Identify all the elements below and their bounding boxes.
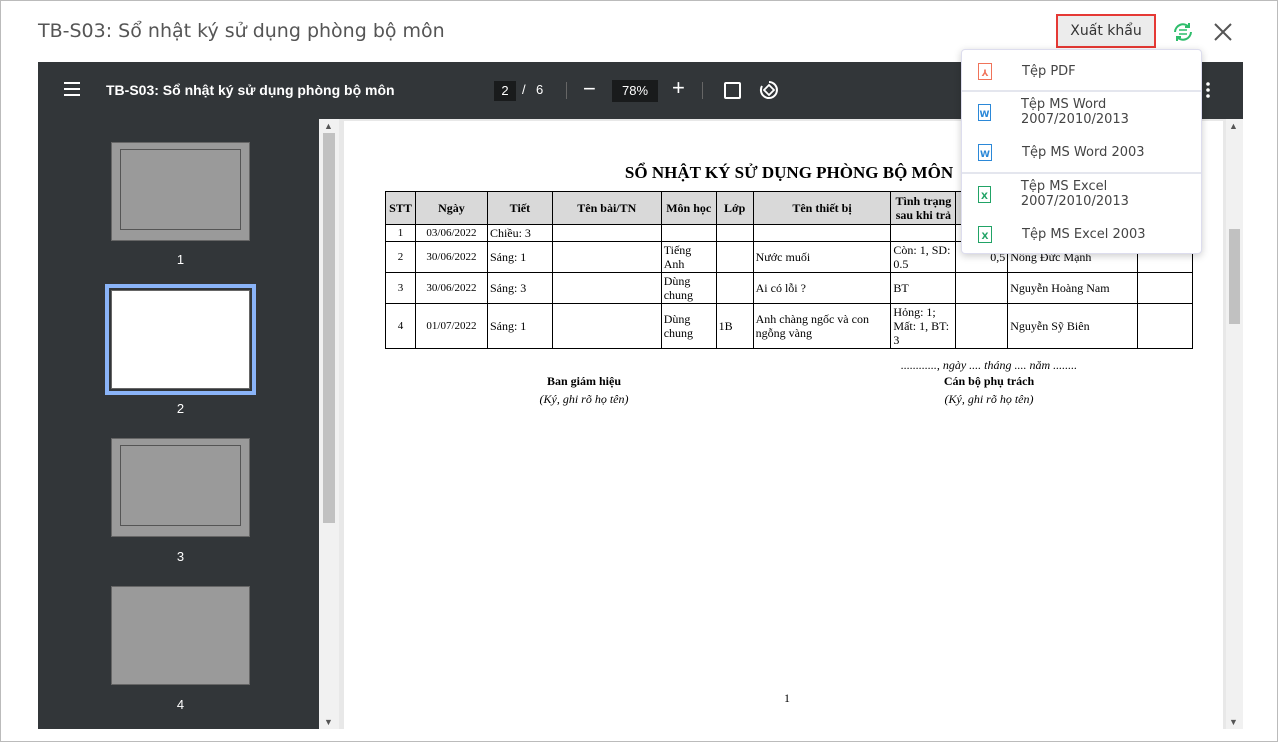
left-signature-note: (Ký, ghi rõ họ tên) — [539, 392, 629, 406]
table-cell: Nguyễn Hoàng Nam — [1007, 272, 1139, 304]
table-cell — [551, 272, 662, 304]
table-cell: Chiều: 3 — [486, 224, 553, 242]
thumbnail-page-1[interactable] — [111, 142, 250, 241]
table-cell: Tiếng Anh — [660, 241, 717, 273]
menu-item-label: Tệp MS Word 2003 — [1022, 144, 1145, 160]
thumbnail-label: 1 — [176, 252, 185, 267]
date-line: ............, ngày .... tháng .... năm .… — [900, 358, 1078, 372]
table-cell: 4 — [385, 303, 416, 349]
table-cell: 30/06/2022 — [414, 272, 488, 304]
menu-item-label: Tệp PDF — [1022, 63, 1076, 79]
column-header: Lớp — [715, 191, 754, 225]
table-cell: 1 — [385, 224, 416, 242]
thumbnail-page-4[interactable] — [111, 586, 250, 685]
export-word-2003-item[interactable]: W Tệp MS Word 2003 — [962, 132, 1201, 172]
sidebar-scrollbar[interactable]: ▲ ▼ — [319, 119, 339, 729]
menu-item-label: Tệp MS Word 2007/2010/2013 — [1020, 97, 1129, 127]
table-row: 4 01/07/2022 Sáng: 1 Dùng chung 1B Anh chàng … — [385, 303, 1193, 349]
table-cell: 3 — [385, 272, 416, 304]
column-header: Tên bài/TN — [551, 191, 662, 225]
dialog-title: TB-S03: Sổ nhật ký sử dụng phòng bộ môn — [38, 20, 445, 42]
more-options-icon[interactable] — [1206, 82, 1210, 98]
table-cell — [660, 224, 717, 242]
table-cell — [715, 241, 754, 273]
document-scrollbar[interactable]: ▲ ▼ — [1226, 119, 1243, 729]
table-cell: Dùng chung — [660, 303, 717, 349]
pdf-icon: ⅄ — [978, 62, 992, 80]
table-cell — [715, 272, 754, 304]
viewer-doc-title: TB-S03: Sổ nhật ký sử dụng phòng bộ môn — [106, 82, 395, 98]
thumbnail-sidebar: 1 2 3 4 — [38, 119, 319, 729]
page-footer-number: 1 — [784, 691, 790, 705]
divider — [566, 82, 567, 99]
export-pdf-item[interactable]: ⅄ Tệp PDF — [962, 51, 1201, 91]
export-dialog: TB-S03: Sổ nhật ký sử dụng phòng bộ môn … — [0, 0, 1278, 742]
table-cell: Còn: 1, SD: 0.5 — [890, 241, 957, 273]
table-cell: 03/06/2022 — [414, 224, 488, 242]
thumbnail-label: 3 — [176, 549, 185, 564]
thumbnail-label: 2 — [176, 401, 185, 416]
word-icon: W — [978, 103, 991, 121]
export-excel-2003-item[interactable]: X Tệp MS Excel 2003 — [962, 214, 1201, 254]
fit-page-icon[interactable] — [724, 82, 741, 99]
table-cell: Anh chàng ngốc và con ngỗng vàng — [752, 303, 892, 349]
table-cell: Sáng: 1 — [486, 241, 553, 273]
menu-item-label: Tệp MS Excel 2007/2010/2013 — [1020, 179, 1129, 209]
table-cell — [955, 303, 1009, 349]
table-cell — [1137, 272, 1193, 304]
divider — [702, 82, 703, 99]
zoom-out-button[interactable]: − — [583, 76, 596, 102]
table-cell: 01/07/2022 — [414, 303, 488, 349]
right-signature-note: (Ký, ghi rõ họ tên) — [944, 392, 1034, 406]
column-header: Tình trạng sau khi trả — [890, 191, 957, 225]
table-cell: Sáng: 1 — [486, 303, 553, 349]
table-cell — [715, 224, 754, 242]
table-cell — [551, 224, 662, 242]
menu-item-label: Tệp MS Excel 2003 — [1022, 226, 1146, 242]
excel-icon: X — [978, 185, 991, 203]
page-number-input[interactable]: 2 — [494, 81, 516, 101]
column-header: Tên thiết bị — [752, 191, 892, 225]
menu-icon[interactable] — [64, 82, 80, 96]
table-cell: Nước muối — [752, 241, 892, 273]
zoom-in-button[interactable]: + — [672, 75, 685, 101]
table-row: 3 30/06/2022 Sáng: 3 Dùng chung Ai có lỗi ? B… — [385, 272, 1193, 304]
rotate-icon[interactable] — [758, 79, 780, 101]
table-cell — [752, 224, 892, 242]
table-cell — [551, 241, 662, 273]
column-header: STT — [385, 191, 416, 225]
table-cell: Sáng: 3 — [486, 272, 553, 304]
word-icon: W — [978, 143, 992, 161]
table-cell: Ai có lỗi ? — [752, 272, 892, 304]
export-menu: ⅄ Tệp PDF W Tệp MS Word 2007/2010/2013 W Tệ… — [961, 49, 1202, 254]
table-cell: 2 — [385, 241, 416, 273]
column-header: Tiết — [486, 191, 553, 225]
excel-icon: X — [978, 225, 992, 243]
table-cell: BT — [890, 272, 957, 304]
thumbnail-page-2[interactable] — [105, 284, 256, 395]
column-header: Môn học — [660, 191, 717, 225]
refresh-settings-icon[interactable] — [1171, 20, 1195, 44]
table-cell — [551, 303, 662, 349]
export-word-2007-item[interactable]: W Tệp MS Word 2007/2010/2013 — [962, 92, 1201, 132]
export-excel-2007-item[interactable]: X Tệp MS Excel 2007/2010/2013 — [962, 174, 1201, 214]
thumbnail-label: 4 — [176, 697, 185, 712]
table-cell: Dùng chung — [660, 272, 717, 304]
left-signature-title: Ban giám hiệu — [546, 374, 621, 388]
zoom-input[interactable]: 78% — [612, 80, 658, 102]
table-cell: 30/06/2022 — [414, 241, 488, 273]
right-signature-title: Cán bộ phụ trách — [943, 374, 1035, 388]
table-cell — [890, 224, 957, 242]
column-header: Ngày — [414, 191, 488, 225]
table-cell: Nguyễn Sỹ Biên — [1007, 303, 1139, 349]
table-cell: Hỏng: 1; Mất: 1, BT: 3 — [890, 303, 957, 349]
close-icon[interactable] — [1211, 20, 1235, 44]
total-pages: 6 — [536, 82, 544, 97]
page-separator: / — [522, 82, 526, 97]
table-cell — [955, 272, 1009, 304]
table-cell: 1B — [715, 303, 754, 349]
table-cell — [1137, 303, 1193, 349]
thumbnail-page-3[interactable] — [111, 438, 250, 537]
export-button[interactable]: Xuất khẩu — [1056, 14, 1156, 48]
